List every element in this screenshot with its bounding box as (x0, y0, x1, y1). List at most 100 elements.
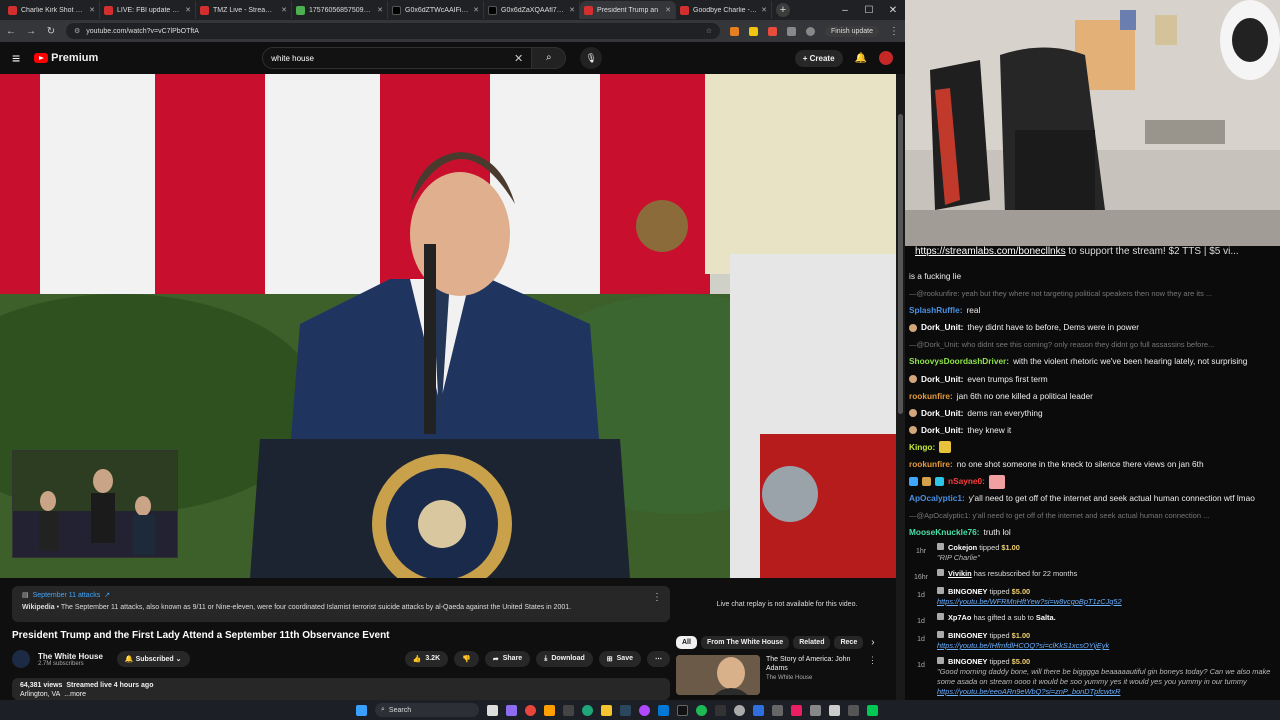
banner-link[interactable]: https://streamlabs.com/bonecllnks (915, 246, 1066, 257)
url-field[interactable]: ⚙ youtube.com/watch?v=vC7lPbOTftA ☆ (66, 23, 720, 39)
related-thumbnail[interactable] (676, 655, 760, 695)
chat-username[interactable]: ShoovysDoordashDriver: (909, 353, 1009, 370)
related-video[interactable]: The Story of America: John Adams The Whi… (676, 655, 898, 695)
finish-update-button[interactable]: Finish update (824, 25, 879, 37)
more-options-icon[interactable]: ⋮ (868, 655, 877, 695)
close-tab-icon[interactable]: ✕ (473, 6, 479, 14)
close-tab-icon[interactable]: ✕ (761, 6, 767, 14)
chat-username[interactable]: Kingo: (909, 439, 935, 456)
app-icon[interactable] (734, 704, 745, 716)
search-button[interactable]: ⌕ (532, 47, 567, 69)
download-button[interactable]: ⤓ Download (536, 651, 593, 667)
close-tab-icon[interactable]: ✕ (569, 6, 575, 14)
app-icon[interactable] (639, 704, 650, 716)
profile-icon[interactable] (805, 26, 815, 36)
reload-icon[interactable]: ↻ (46, 26, 56, 37)
subscribed-button[interactable]: 🔔 Subscribed ⌄ (116, 651, 190, 667)
extension-icon[interactable] (767, 26, 777, 36)
chip-from-channel[interactable]: From The White House (700, 636, 790, 649)
like-button[interactable]: 👍 3.2K (404, 651, 449, 667)
scrollbar-thumb[interactable] (898, 114, 903, 414)
chat-username[interactable]: Dork_Unit: (921, 405, 963, 422)
channel-name[interactable]: The White House (38, 652, 103, 661)
close-tab-icon[interactable]: ✕ (281, 6, 287, 14)
more-actions-button[interactable]: ⋯ (647, 651, 670, 667)
edge-icon[interactable] (582, 704, 593, 716)
close-tab-icon[interactable]: ✕ (665, 6, 671, 14)
chat-username[interactable]: Dork_Unit: (921, 422, 963, 439)
related-title[interactable]: The Story of America: John Adams (766, 655, 856, 673)
more-link[interactable]: ...more (64, 691, 86, 698)
chat-username[interactable]: rookunfire: (909, 388, 953, 405)
chat-username[interactable]: Dork_Unit: (921, 319, 963, 336)
picture-in-picture-thumbnail[interactable] (12, 450, 178, 558)
create-button[interactable]: + Create (794, 49, 843, 67)
chip-recent[interactable]: Rece (834, 636, 864, 649)
channel-avatar[interactable] (12, 650, 30, 668)
app-icon[interactable] (715, 704, 726, 716)
app-icon[interactable] (848, 704, 859, 716)
chip-related[interactable]: Related (793, 636, 831, 649)
chat-username[interactable]: rookunfire: (909, 456, 953, 473)
info-panel-title[interactable]: September 11 attacks (33, 592, 101, 599)
app-icon[interactable] (810, 704, 821, 716)
event-link[interactable]: https://youtu.be/WFRMnHftYew?si=w8vcgoBp… (937, 597, 1280, 607)
browser-tab[interactable]: LIVE: FBI update on Ch ✕ (100, 1, 196, 19)
chat-username[interactable]: nSayne0: (948, 473, 985, 490)
app-icon[interactable] (791, 704, 802, 716)
youtube-logo[interactable]: Premium (34, 52, 98, 64)
chat-username[interactable]: SplashRuffle: (909, 302, 962, 319)
back-icon[interactable]: ← (6, 26, 16, 37)
browser-tab[interactable]: G0x6dZTWcAAIFiD (31 ✕ (388, 1, 484, 19)
info-panel[interactable]: ▤ September 11 attacks ↗ Wikipedia • The S… (12, 586, 670, 622)
app-icon[interactable] (563, 704, 574, 716)
hamburger-menu-icon[interactable]: ≡ (12, 50, 20, 66)
more-options-icon[interactable]: ⋮ (652, 592, 662, 603)
browser-tab[interactable]: Goodbye Charlie - You ✕ (676, 1, 772, 19)
extension-icon[interactable] (729, 26, 739, 36)
description-box[interactable]: 64,381 views Streamed live 4 hours ago A… (12, 678, 670, 700)
browser-tab[interactable]: G0x6dZaXQAAfl7p (32 ✕ (484, 1, 580, 19)
tiktok-icon[interactable] (677, 704, 688, 716)
browser-tab[interactable]: TMZ Live - Streaming ✕ (196, 1, 292, 19)
share-button[interactable]: ➦ Share (484, 651, 531, 667)
chat-username[interactable]: ApOcalyptic1: (909, 490, 965, 507)
clear-search-icon[interactable]: ✕ (514, 52, 523, 65)
close-tab-icon[interactable]: ✕ (185, 6, 191, 14)
search-input[interactable]: white house ✕ (262, 47, 533, 69)
windows-start-icon[interactable] (356, 704, 367, 716)
chevron-right-icon[interactable]: › (871, 637, 874, 648)
close-tab-icon[interactable]: ✕ (377, 6, 383, 14)
new-tab-button[interactable]: + (776, 3, 790, 17)
spotify-icon[interactable] (696, 704, 707, 716)
steam-icon[interactable] (620, 704, 631, 716)
save-button[interactable]: ⊞ Save (598, 651, 641, 667)
browser-tab[interactable]: 1757605685750902.j ✕ (292, 1, 388, 19)
browser-tab-active[interactable]: President Trump an ✕ (580, 1, 676, 19)
widgets-icon[interactable] (506, 704, 517, 716)
notifications-bell-icon[interactable]: 🔔 (855, 53, 867, 64)
chat-username[interactable]: Dork_Unit: (921, 371, 963, 388)
close-tab-icon[interactable]: ✕ (89, 6, 95, 14)
dislike-button[interactable]: 👎 (454, 651, 479, 667)
maximize-icon[interactable]: ☐ (857, 5, 881, 16)
app-icon[interactable] (772, 704, 783, 716)
app-icon[interactable] (829, 704, 840, 716)
close-window-icon[interactable]: ✕ (881, 5, 905, 16)
bookmark-star-icon[interactable]: ☆ (706, 27, 712, 35)
taskbar-search[interactable]: ⌕ Search (375, 703, 479, 717)
chip-all[interactable]: All (676, 636, 697, 649)
page-scrollbar[interactable] (896, 74, 905, 700)
app-icon[interactable] (544, 704, 555, 716)
app-icon[interactable] (658, 704, 669, 716)
voice-search-button[interactable]: 🎙 (580, 47, 603, 69)
browser-tab[interactable]: Charlie Kirk Shot Dead ✕ (4, 1, 100, 19)
chrome-icon[interactable] (525, 704, 536, 716)
event-link[interactable]: https://youtu.be/eeoARn9eWbQ?si=znP_bonD… (937, 687, 1280, 697)
app-icon[interactable] (753, 704, 764, 716)
event-link[interactable]: https://youtu.be/IHfmfdlHCOQ?si=clKkS1xc… (937, 641, 1280, 651)
app-icon[interactable] (867, 704, 878, 716)
chat-username[interactable]: MooseKnuckle76: (909, 524, 980, 540)
file-explorer-icon[interactable] (601, 704, 612, 716)
extension-icon[interactable] (748, 26, 758, 36)
